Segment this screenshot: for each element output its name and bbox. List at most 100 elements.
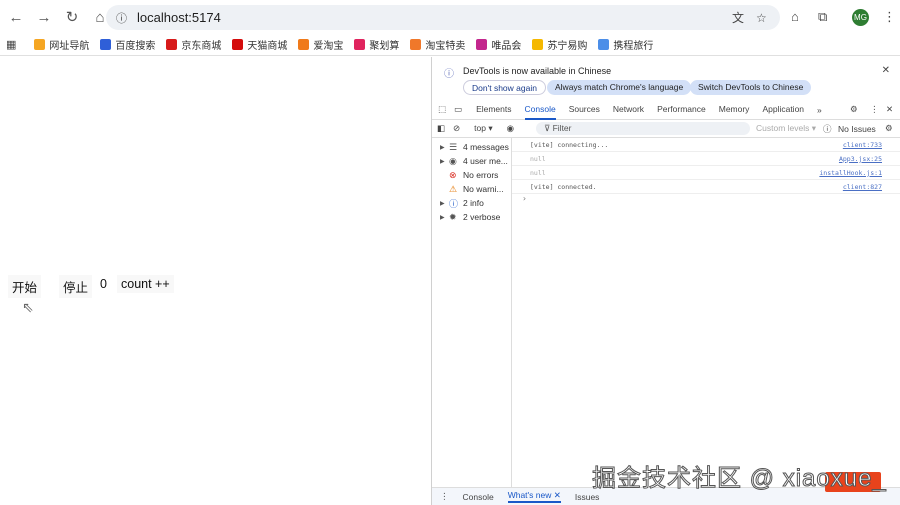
bookmark-label: 唯品会	[491, 41, 522, 52]
apps-icon[interactable]: ▦	[6, 38, 16, 51]
site-info-icon[interactable]: ⓘ	[116, 10, 127, 26]
whats-new-label: What's new	[507, 490, 552, 500]
dont-show-again-button[interactable]: Don't show again	[463, 80, 546, 95]
sidebar-item-label: No errors	[463, 170, 499, 180]
context-select[interactable]: top ▾	[474, 123, 492, 134]
sidebar-item[interactable]: ⚠ No warni...	[432, 182, 511, 196]
extensions-icon[interactable]: ⧉	[818, 9, 827, 25]
devtools-tabs: ⬚ ▭ Elements Console Sources Network Perform…	[432, 100, 900, 120]
sidebar-item-label: 4 messages	[463, 142, 509, 152]
bookmark-favicon-icon	[410, 39, 422, 50]
expand-arrow-icon[interactable]: ▶	[440, 214, 449, 221]
tab-console[interactable]: Console	[524, 100, 556, 120]
bug-icon: ✹	[449, 211, 457, 222]
bookmark-item[interactable]: 京东商城	[166, 37, 221, 52]
drawer-tab-console[interactable]: Console	[463, 492, 494, 502]
sidebar-item[interactable]: ⊗ No errors	[432, 168, 511, 182]
expand-arrow-icon[interactable]: ▶	[440, 144, 449, 151]
drawer-tab-issues[interactable]: Issues	[575, 492, 600, 502]
bookmarks-bar: ▦ 网址导航 百度搜索 京东商城 天猫商城 爱淘宝 聚划算 淘宝特卖 唯品会 苏宁易购 携程旅行	[0, 34, 900, 56]
log-source-link[interactable]: App3.jsx:25	[839, 155, 882, 163]
live-expression-icon[interactable]: ◉	[507, 123, 514, 134]
filter-input[interactable]: ⊽ Filter	[536, 122, 750, 135]
info-icon: ⓘ	[444, 69, 454, 80]
expand-arrow-icon[interactable]: ▶	[440, 158, 449, 165]
console-prompt[interactable]: ›	[512, 194, 900, 203]
stop-button[interactable]: 停止	[59, 275, 93, 298]
console-toolbar: ◧ ⊘ top ▾ ◉ ⊽ Filter Custom levels ▾ ⓘ N…	[432, 120, 900, 138]
devtools-panel: ⓘ DevTools is now available in Chinese ✕…	[431, 57, 900, 505]
sidebar-item[interactable]: ▶ ⓘ 2 info	[432, 196, 511, 210]
avatar[interactable]: MG	[852, 9, 869, 26]
bookmark-item[interactable]: 聚划算	[354, 37, 399, 52]
log-levels-select[interactable]: Custom levels ▾	[756, 123, 816, 134]
drawer-menu-icon[interactable]: ⋮	[440, 491, 449, 502]
info-icon: ⓘ	[449, 198, 459, 209]
home-icon[interactable]: ⌂	[791, 9, 799, 24]
console-settings-icon[interactable]: ⚙	[885, 123, 893, 134]
device-toolbar-icon[interactable]: ▭	[454, 104, 462, 115]
reload-icon[interactable]: ↻	[58, 8, 86, 26]
tab-sources[interactable]: Sources	[569, 100, 600, 120]
bookmark-favicon-icon	[354, 39, 366, 50]
warning-icon: ⚠	[449, 183, 458, 194]
bookmark-favicon-icon	[532, 39, 544, 50]
bookmark-item[interactable]: 苏宁易购	[532, 37, 587, 52]
sidebar-toggle-icon[interactable]: ◧	[437, 123, 445, 134]
bookmark-item[interactable]: 爱淘宝	[298, 37, 343, 52]
sidebar-item[interactable]: ▶ ☰ 4 messages	[432, 140, 511, 154]
log-row: [vite] connected. client:827	[512, 180, 900, 194]
filter-placeholder: Filter	[552, 123, 572, 133]
tab-performance[interactable]: Performance	[657, 100, 706, 120]
bookmark-item[interactable]: 网址导航	[34, 37, 89, 52]
tab-memory[interactable]: Memory	[719, 100, 750, 120]
tab-application[interactable]: Application	[762, 100, 804, 120]
log-message: null	[530, 154, 546, 163]
back-icon[interactable]: ←	[2, 9, 30, 26]
more-tabs-icon[interactable]: »	[817, 105, 822, 115]
start-button[interactable]: 开始	[8, 275, 42, 298]
more-options-icon[interactable]: ⋮	[870, 104, 879, 115]
sidebar-item-label: 4 user me...	[463, 156, 508, 166]
clear-console-icon[interactable]: ⊘	[453, 123, 460, 134]
close-tab-icon[interactable]: ✕	[554, 490, 561, 500]
sidebar-item[interactable]: ▶ ✹ 2 verbose	[432, 210, 511, 224]
address-bar[interactable]: ⓘ localhost:5174 文 ☆	[106, 5, 780, 30]
issues-count[interactable]: No Issues	[838, 124, 876, 134]
bookmark-item[interactable]: 携程旅行	[598, 37, 653, 52]
mouse-cursor-icon: ⇖	[22, 299, 34, 315]
bookmark-item[interactable]: 百度搜索	[100, 37, 155, 52]
inspect-icon[interactable]: ⬚	[438, 104, 446, 115]
log-source-link[interactable]: installHook.js:1	[819, 169, 882, 177]
settings-icon[interactable]: ⚙	[850, 104, 858, 115]
translate-icon[interactable]: 文	[732, 9, 744, 26]
log-source-link[interactable]: client:733	[843, 141, 882, 149]
bookmark-label: 京东商城	[181, 41, 222, 52]
bookmark-item[interactable]: 唯品会	[476, 37, 521, 52]
bookmark-label: 天猫商城	[247, 41, 288, 52]
log-message: [vite] connecting...	[530, 140, 609, 149]
bookmark-star-icon[interactable]: ☆	[756, 11, 767, 25]
bookmark-favicon-icon	[598, 39, 610, 50]
log-source-link[interactable]: client:827	[843, 183, 882, 191]
bookmark-item[interactable]: 天猫商城	[232, 37, 287, 52]
tab-network[interactable]: Network	[613, 100, 644, 120]
sidebar-item[interactable]: ▶ ◉ 4 user me...	[432, 154, 511, 168]
bookmark-favicon-icon	[232, 39, 244, 50]
tab-elements[interactable]: Elements	[476, 100, 511, 120]
bookmark-label: 爱淘宝	[313, 41, 344, 52]
match-language-button[interactable]: Always match Chrome's language	[547, 80, 692, 95]
bookmark-favicon-icon	[166, 39, 178, 50]
close-icon[interactable]: ✕	[882, 65, 890, 76]
drawer-tab-whats-new[interactable]: What's new ✕	[507, 490, 561, 503]
close-devtools-icon[interactable]: ✕	[886, 104, 893, 115]
count-increment-button[interactable]: count ++	[117, 275, 174, 293]
menu-icon[interactable]: ⋮	[883, 9, 896, 25]
forward-icon[interactable]: →	[30, 9, 58, 26]
bookmark-item[interactable]: 淘宝特卖	[410, 37, 465, 52]
count-value: 0	[100, 277, 107, 291]
bookmark-label: 网址导航	[49, 41, 90, 52]
expand-arrow-icon[interactable]: ▶	[440, 200, 449, 207]
browser-toolbar: ← → ↻ ⌂ ⓘ localhost:5174 文 ☆ ⌂ ⧉ MG ⋮	[0, 0, 900, 34]
switch-to-chinese-button[interactable]: Switch DevTools to Chinese	[690, 80, 812, 95]
